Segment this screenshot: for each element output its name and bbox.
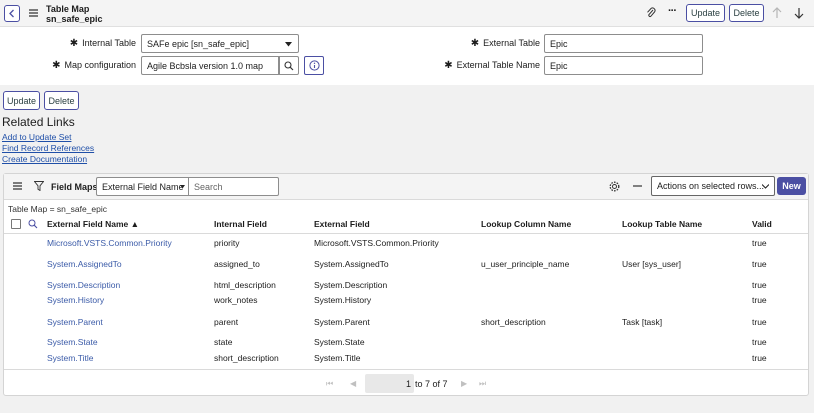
cell: assigned_to (214, 259, 260, 269)
list-menu-icon[interactable] (13, 182, 22, 190)
cell: true (752, 353, 767, 363)
select-all-checkbox[interactable] (11, 219, 21, 229)
next-page-icon[interactable]: ▶ (461, 379, 467, 388)
form-title: Table Map (46, 4, 90, 14)
row-link[interactable]: System.Parent (47, 317, 103, 327)
external-table-name-input[interactable]: Epic (544, 56, 703, 75)
cell: System.Parent (314, 317, 370, 327)
arrow-up-icon[interactable] (772, 7, 782, 19)
cell: true (752, 337, 767, 347)
column-header-lookup-column-name[interactable]: Lookup Column Name (481, 219, 571, 229)
info-icon (308, 60, 320, 71)
pagination-range: to 7 of 7 (415, 379, 448, 389)
collapse-icon[interactable] (633, 185, 642, 187)
mandatory-icon: ✱ (444, 60, 453, 71)
search-field-select[interactable]: External Field Name (96, 177, 190, 196)
field-maps-list: Field Maps External Field Name Search Ac… (3, 173, 809, 396)
previous-page-icon[interactable]: ◀ (350, 379, 356, 388)
cell: true (752, 295, 767, 305)
first-page-icon[interactable]: ⏮ (326, 379, 333, 389)
external-table-input[interactable]: Epic (544, 34, 703, 53)
cell: System.AssignedTo (314, 259, 389, 269)
internal-table-select[interactable]: SAFe epic [sn_safe_epic] (141, 34, 299, 53)
actions-on-selected-rows-select[interactable]: Actions on selected rows... (651, 176, 775, 196)
column-header-lookup-table-name[interactable]: Lookup Table Name (622, 219, 702, 229)
related-links-heading: Related Links (2, 115, 75, 129)
column-header-external-field-name[interactable]: External Field Name ▲ (47, 219, 139, 229)
header-update-button[interactable]: Update (686, 4, 725, 22)
search-input[interactable]: Search (188, 177, 279, 196)
cell: true (752, 259, 767, 269)
column-header-internal-field[interactable]: Internal Field (214, 219, 267, 229)
dropdown-arrow-icon (180, 185, 185, 189)
cell: short_description (481, 317, 546, 327)
add-to-update-set-link[interactable]: Add to Update Set (2, 132, 71, 142)
row-link[interactable]: Microsoft.VSTS.Common.Priority (47, 238, 172, 248)
back-button[interactable] (4, 5, 20, 22)
new-button[interactable]: New (777, 177, 806, 195)
dropdown-arrow-icon (285, 42, 292, 47)
external-table-label: ✱ External Table (470, 38, 540, 49)
cell: System.Title (314, 353, 361, 363)
lookup-button[interactable] (279, 56, 299, 75)
mandatory-icon: ✱ (470, 38, 480, 49)
cell: true (752, 238, 767, 248)
column-header-valid[interactable]: Valid (752, 219, 772, 229)
filter-icon[interactable] (34, 181, 44, 191)
mandatory-icon: ✱ (69, 38, 79, 49)
map-configuration-label: ✱ Map configuration (52, 60, 136, 71)
cell: short_description (214, 353, 279, 363)
internal-table-label: ✱ Internal Table (69, 38, 136, 49)
arrow-down-icon[interactable] (794, 7, 804, 19)
cell: parent (214, 317, 239, 327)
hamburger-menu-icon[interactable] (29, 9, 38, 17)
cell: work_notes (214, 295, 258, 305)
cell: Microsoft.VSTS.Common.Priority (314, 238, 439, 248)
row-link[interactable]: System.AssignedTo (47, 259, 122, 269)
list-header: Field Maps External Field Name Search Ac… (4, 174, 808, 200)
create-documentation-link[interactable]: Create Documentation (2, 154, 87, 164)
search-icon (284, 60, 294, 70)
cell: System.Description (314, 280, 388, 290)
form-body: ✱ Internal Table SAFe epic [sn_safe_epic]… (0, 27, 814, 85)
more-options-icon[interactable]: ··· (668, 5, 677, 17)
header-divider (4, 233, 808, 234)
map-configuration-input[interactable]: Agile Bcbsla version 1.0 map (141, 56, 279, 75)
last-page-icon[interactable]: ⏭ (479, 379, 486, 389)
external-table-name-label: ✱ External Table Name (444, 60, 540, 71)
cell: System.History (314, 295, 372, 305)
row-link[interactable]: System.State (47, 337, 98, 347)
column-search-icon[interactable] (28, 219, 38, 229)
cell: html_description (214, 280, 276, 290)
cell: true (752, 317, 767, 327)
page-number-input[interactable]: 1 (365, 374, 414, 393)
paperclip-icon[interactable] (645, 7, 657, 19)
mandatory-icon: ✱ (52, 60, 61, 71)
settings-gear-icon[interactable] (609, 181, 620, 192)
row-link[interactable]: User [sys_user] (622, 259, 681, 269)
cell: Task [task] (622, 317, 663, 327)
cell: true (752, 280, 767, 290)
update-button[interactable]: Update (3, 91, 40, 110)
cell: priority (214, 238, 240, 248)
list-breadcrumb[interactable]: Table Map = sn_safe_epic (8, 204, 107, 214)
row-link[interactable]: System.Description (47, 280, 120, 290)
chevron-left-icon (9, 9, 14, 18)
find-record-references-link[interactable]: Find Record References (2, 143, 94, 153)
cell: state (214, 337, 233, 347)
delete-button[interactable]: Delete (44, 91, 79, 110)
dropdown-arrow-icon (762, 184, 769, 189)
rows-divider (4, 369, 808, 370)
column-header-external-field[interactable]: External Field (314, 219, 370, 229)
row-link[interactable]: System.Title (47, 353, 93, 363)
form-subtitle: sn_safe_epic (46, 14, 103, 24)
reference-info-button[interactable] (304, 56, 324, 75)
cell: System.State (314, 337, 365, 347)
list-title: Field Maps (51, 182, 98, 192)
header-delete-button[interactable]: Delete (729, 4, 764, 22)
form-header: Table Map sn_safe_epic ··· Update Delete (0, 0, 814, 27)
cell: u_user_principle_name (481, 259, 570, 269)
row-link[interactable]: System.History (47, 295, 104, 305)
